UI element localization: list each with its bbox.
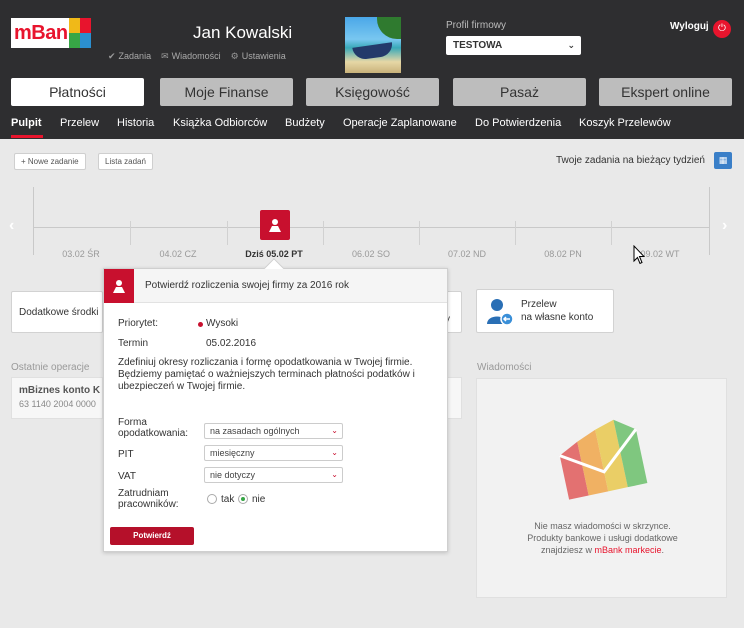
subnav-przelew[interactable]: Przelew (60, 117, 99, 129)
account-name: mBiznes konto K (19, 385, 101, 396)
tab-ekspert-online[interactable]: Ekspert online (599, 78, 732, 106)
profile-label: Profil firmowy (446, 20, 507, 31)
link-zadania[interactable]: ✔ Zadania (108, 51, 151, 62)
subnav-historia[interactable]: Historia (117, 117, 154, 129)
messages-empty-text: Nie masz wiadomości w skrzynce. Produkty… (527, 521, 678, 555)
employees-label: Zatrudniam pracowników: (118, 488, 179, 510)
user-links: ✔ Zadania ✉ Wiadomości ⚙ Ustawienia (108, 51, 286, 62)
logo-text: mBank (11, 18, 79, 48)
subnav-ksiazka-odbiorcow[interactable]: Książka Odbiorców (173, 117, 267, 129)
przelew-title: Przelew (521, 299, 557, 310)
envelope-illustration-icon (559, 419, 648, 500)
chevron-down-icon: ⌄ (567, 40, 575, 50)
envelope-icon: ✉ (161, 51, 169, 61)
radio-yes-label[interactable]: tak (221, 494, 234, 505)
link-wiadomosci[interactable]: ✉ Wiadomości (161, 51, 221, 62)
week-tasks-label: Twoje zadania na bieżący tydzień (556, 155, 705, 166)
account-number: 63 1140 2004 0000 (19, 399, 96, 409)
pit-label: PIT (118, 449, 134, 460)
radio-yes[interactable] (207, 494, 217, 504)
tab-ksiegowosc[interactable]: Księgowość (306, 78, 439, 106)
timeline-date[interactable]: 04.02 CZ (138, 249, 218, 259)
link-ustawienia[interactable]: ⚙ Ustawienia (231, 51, 286, 62)
chevron-down-icon: ⌄ (331, 470, 338, 479)
new-task-button[interactable]: + Nowe zadanie (14, 153, 86, 170)
timeline-date[interactable]: 06.02 SO (331, 249, 411, 259)
user-icon (104, 269, 134, 303)
logout-link[interactable]: Wyloguj (670, 21, 709, 32)
popup-description: Zdefiniuj okresy rozliczania i formę opo… (118, 357, 415, 392)
sub-navigation: Pulpit Przelew Historia Książka Odbiorcó… (0, 115, 744, 139)
pit-select[interactable]: miesięczny ⌄ (204, 445, 343, 461)
recent-operations-label: Ostatnie operacje (11, 362, 90, 373)
subnav-do-potwierdzenia[interactable]: Do Potwierdzenia (475, 117, 561, 129)
przelew-subtitle: na własne konto (521, 312, 594, 323)
calendar-icon[interactable]: ▦ (714, 152, 732, 169)
chevron-down-icon: ⌄ (331, 426, 338, 435)
timeline-date[interactable]: 03.02 ŚR (41, 249, 121, 259)
term-label: Termin (118, 338, 149, 349)
recent-account-card[interactable]: mBiznes konto K 63 1140 2004 0000 (11, 377, 103, 419)
task-list-button[interactable]: Lista zadań (98, 153, 153, 170)
term-value: 05.02.2016 (206, 338, 257, 349)
form-label: Forma opodatkowania: (118, 417, 189, 439)
priority-dot-icon (198, 322, 203, 327)
active-tab-indicator (11, 135, 43, 138)
subnav-pulpit[interactable]: Pulpit (11, 117, 42, 129)
mouse-cursor-icon (633, 245, 645, 265)
tax-form-select[interactable]: na zasadach ogólnych ⌄ (204, 423, 343, 439)
tab-pasaz[interactable]: Pasaż (453, 78, 586, 106)
profile-select[interactable]: TESTOWA ⌄ (446, 36, 581, 55)
check-icon: ✔ (108, 51, 116, 61)
power-icon[interactable]: ⏻ (713, 20, 731, 38)
timeline-next-arrow[interactable]: › (722, 217, 727, 235)
subnav-budzety[interactable]: Budżety (285, 117, 325, 129)
mbank-market-link[interactable]: mBank markecie (594, 545, 661, 555)
messages-label: Wiadomości (477, 362, 532, 373)
chevron-down-icon: ⌄ (331, 448, 338, 457)
radio-no[interactable] (238, 494, 248, 504)
vat-label: VAT (118, 471, 136, 482)
user-name: Jan Kowalski (193, 23, 293, 42)
priority-label: Priorytet: (118, 318, 159, 329)
task-marker-user-icon[interactable] (260, 210, 290, 240)
subnav-koszyk-przelewow[interactable]: Koszyk Przelewów (579, 117, 671, 129)
timeline-date[interactable]: 08.02 PN (523, 249, 603, 259)
popup-header: Potwierdź rozliczenia swojej firmy za 20… (104, 269, 447, 303)
vat-select[interactable]: nie dotyczy ⌄ (204, 467, 343, 483)
card-przelew-wlasne[interactable]: Przelew na własne konto (476, 289, 614, 333)
priority-value: Wysoki (206, 318, 239, 329)
tab-platnosci[interactable]: Płatności (11, 78, 144, 106)
timeline-date[interactable]: 07.02 ND (427, 249, 507, 259)
radio-no-label[interactable]: nie (252, 494, 265, 505)
mbank-logo[interactable]: mBank (11, 18, 91, 48)
subnav-operacje-zaplanowane[interactable]: Operacje Zaplanowane (343, 117, 457, 129)
user-avatar[interactable] (345, 17, 401, 73)
user-transfer-icon (487, 299, 514, 326)
timeline-axis (33, 227, 710, 228)
top-header: mBank Jan Kowalski ✔ Zadania ✉ Wiadomości … (0, 0, 744, 139)
confirm-button[interactable]: Potwierdź (110, 527, 194, 545)
timeline-prev-arrow[interactable]: ‹ (9, 217, 14, 235)
popup-title: Potwierdź rozliczenia swojej firmy za 20… (145, 280, 349, 291)
timeline-date[interactable]: 09.02 WT (620, 249, 700, 259)
messages-panel: Nie masz wiadomości w skrzynce. Produkty… (476, 378, 727, 598)
task-popup: Potwierdź rozliczenia swojej firmy za 20… (103, 258, 448, 552)
card-dodatkowe-srodki[interactable]: Dodatkowe środki (11, 291, 103, 333)
tab-moje-finanse[interactable]: Moje Finanse (160, 78, 293, 106)
gear-icon: ⚙ (230, 51, 239, 61)
